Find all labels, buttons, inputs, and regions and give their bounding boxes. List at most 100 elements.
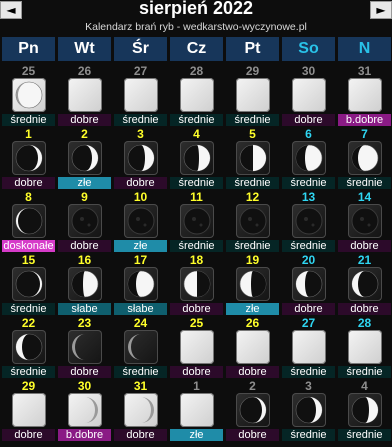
weekday-header-3: Śr (114, 37, 167, 61)
day-number: 21 (357, 253, 372, 267)
moon-phase-icon[interactable] (236, 204, 270, 238)
moon-phase-icon[interactable] (12, 393, 46, 427)
fishing-rating-label: b.dobre (58, 429, 111, 441)
day-number: 2 (81, 127, 88, 141)
moon-phase-icon[interactable] (68, 78, 102, 112)
fishing-rating-label: średnie (114, 114, 167, 126)
moon-phase-icon[interactable] (236, 78, 270, 112)
month-title: sierpień 2022 (138, 0, 254, 18)
moon-phase-icon[interactable] (292, 78, 326, 112)
day-number: 26 (245, 316, 260, 330)
day-number: 3 (137, 127, 144, 141)
day-number: 10 (133, 190, 148, 204)
fishing-rating-label: dobre (170, 366, 223, 378)
moon-phase-icon[interactable] (348, 204, 382, 238)
fishing-rating-label: dobre (226, 366, 279, 378)
moon-phase-icon[interactable] (68, 393, 102, 427)
day-number: 9 (81, 190, 88, 204)
moon-phase-icon[interactable] (236, 330, 270, 364)
moon-phase-icon[interactable] (236, 393, 270, 427)
day-number: 4 (361, 379, 368, 393)
moon-phase-icon[interactable] (348, 267, 382, 301)
moon-phase-icon[interactable] (12, 204, 46, 238)
fishing-rating-label: średnie (2, 303, 55, 315)
fishing-rating-label: złe (58, 177, 111, 189)
fishing-rating-label: dobre (2, 429, 55, 441)
moon-phase-icon[interactable] (236, 141, 270, 175)
weekday-header-5: Pt (226, 37, 279, 61)
moon-phase-icon[interactable] (180, 393, 214, 427)
fishing-rating-label: średnie (170, 240, 223, 252)
day-number: 2 (249, 379, 256, 393)
day-number: 23 (77, 316, 92, 330)
moon-phase-icon[interactable] (124, 204, 158, 238)
moon-phase-icon[interactable] (180, 78, 214, 112)
fishing-rating-label: średnie (114, 366, 167, 378)
moon-phase-icon[interactable] (68, 141, 102, 175)
fishing-rating-label: dobre (114, 177, 167, 189)
moon-phase-icon[interactable] (292, 141, 326, 175)
day-number: 29 (21, 379, 36, 393)
fishing-rating-label: średnie (282, 429, 335, 441)
day-number: 22 (21, 316, 36, 330)
fishing-rating-label: średnie (282, 177, 335, 189)
day-number: 14 (357, 190, 372, 204)
day-number: 25 (189, 316, 204, 330)
moon-phase-icon[interactable] (68, 330, 102, 364)
fishing-rating-label: doskonałe (2, 240, 55, 252)
day-number: 24 (133, 316, 148, 330)
moon-phase-icon[interactable] (180, 141, 214, 175)
day-number: 1 (25, 127, 32, 141)
day-number: 15 (21, 253, 36, 267)
weekday-header-4: Cz (170, 37, 223, 61)
weekday-header-1: Pn (2, 37, 55, 61)
fishing-rating-label: dobre (338, 240, 391, 252)
weekday-header-7: N (338, 37, 391, 61)
moon-phase-icon[interactable] (292, 393, 326, 427)
day-number: 6 (305, 127, 312, 141)
day-number: 16 (77, 253, 92, 267)
day-number: 18 (189, 253, 204, 267)
day-number: 13 (301, 190, 316, 204)
day-number: 5 (249, 127, 256, 141)
moon-phase-icon[interactable] (180, 330, 214, 364)
day-number: 12 (245, 190, 260, 204)
moon-phase-icon[interactable] (180, 204, 214, 238)
fishing-rating-label: dobre (2, 177, 55, 189)
moon-phase-icon[interactable] (124, 141, 158, 175)
moon-phase-icon[interactable] (292, 204, 326, 238)
moon-phase-icon[interactable] (180, 267, 214, 301)
moon-phase-icon[interactable] (348, 141, 382, 175)
moon-phase-icon[interactable] (124, 267, 158, 301)
moon-phase-icon[interactable] (292, 267, 326, 301)
fishing-rating-label: słabe (114, 303, 167, 315)
fishing-rating-label: średnie (226, 240, 279, 252)
day-number: 31 (133, 379, 148, 393)
moon-phase-icon[interactable] (348, 330, 382, 364)
moon-phase-icon[interactable] (348, 78, 382, 112)
day-number: 27 (133, 64, 148, 78)
next-month-arrow-icon[interactable]: ► (370, 1, 392, 19)
moon-phase-icon[interactable] (12, 267, 46, 301)
day-number: 28 (189, 64, 204, 78)
moon-phase-icon[interactable] (124, 330, 158, 364)
moon-phase-icon[interactable] (68, 204, 102, 238)
moon-phase-icon[interactable] (12, 330, 46, 364)
moon-phase-icon[interactable] (124, 78, 158, 112)
fishing-rating-label: złe (226, 303, 279, 315)
moon-phase-icon[interactable] (236, 267, 270, 301)
fishing-rating-label: średnie (338, 429, 391, 441)
moon-phase-icon[interactable] (12, 141, 46, 175)
moon-phase-icon[interactable] (68, 267, 102, 301)
fishing-rating-label: dobre (58, 366, 111, 378)
moon-phase-icon[interactable] (124, 393, 158, 427)
fishing-rating-label: dobre (226, 429, 279, 441)
day-number: 30 (301, 64, 316, 78)
moon-phase-icon[interactable] (292, 330, 326, 364)
fishing-rating-label: dobre (170, 303, 223, 315)
day-number: 19 (245, 253, 260, 267)
moon-phase-icon[interactable] (348, 393, 382, 427)
weekday-header-2: Wt (58, 37, 111, 61)
day-number: 25 (21, 64, 36, 78)
moon-phase-icon[interactable] (12, 78, 46, 112)
